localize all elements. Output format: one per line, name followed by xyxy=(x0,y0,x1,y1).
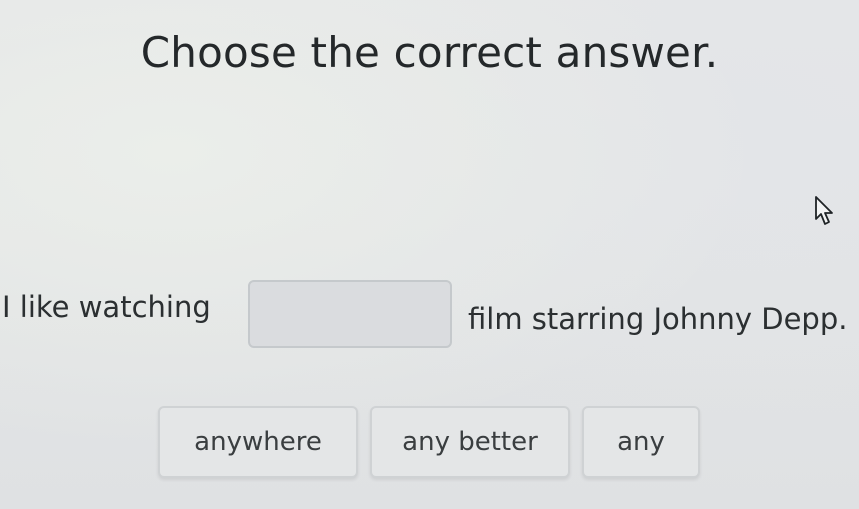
sentence-before-blank: I like watching xyxy=(2,290,211,324)
option-anywhere-button[interactable]: anywhere xyxy=(158,406,358,478)
option-label: anywhere xyxy=(194,427,322,457)
sentence-after-blank: film starring Johnny Depp. xyxy=(468,302,848,336)
option-label: any better xyxy=(402,427,538,457)
option-label: any xyxy=(617,427,665,457)
page-title: Choose the correct answer. xyxy=(140,28,719,77)
arrow-pointer-icon xyxy=(815,196,833,225)
option-any-button[interactable]: any xyxy=(582,406,700,478)
answer-drop-zone[interactable] xyxy=(248,280,452,348)
option-any-better-button[interactable]: any better xyxy=(370,406,570,478)
